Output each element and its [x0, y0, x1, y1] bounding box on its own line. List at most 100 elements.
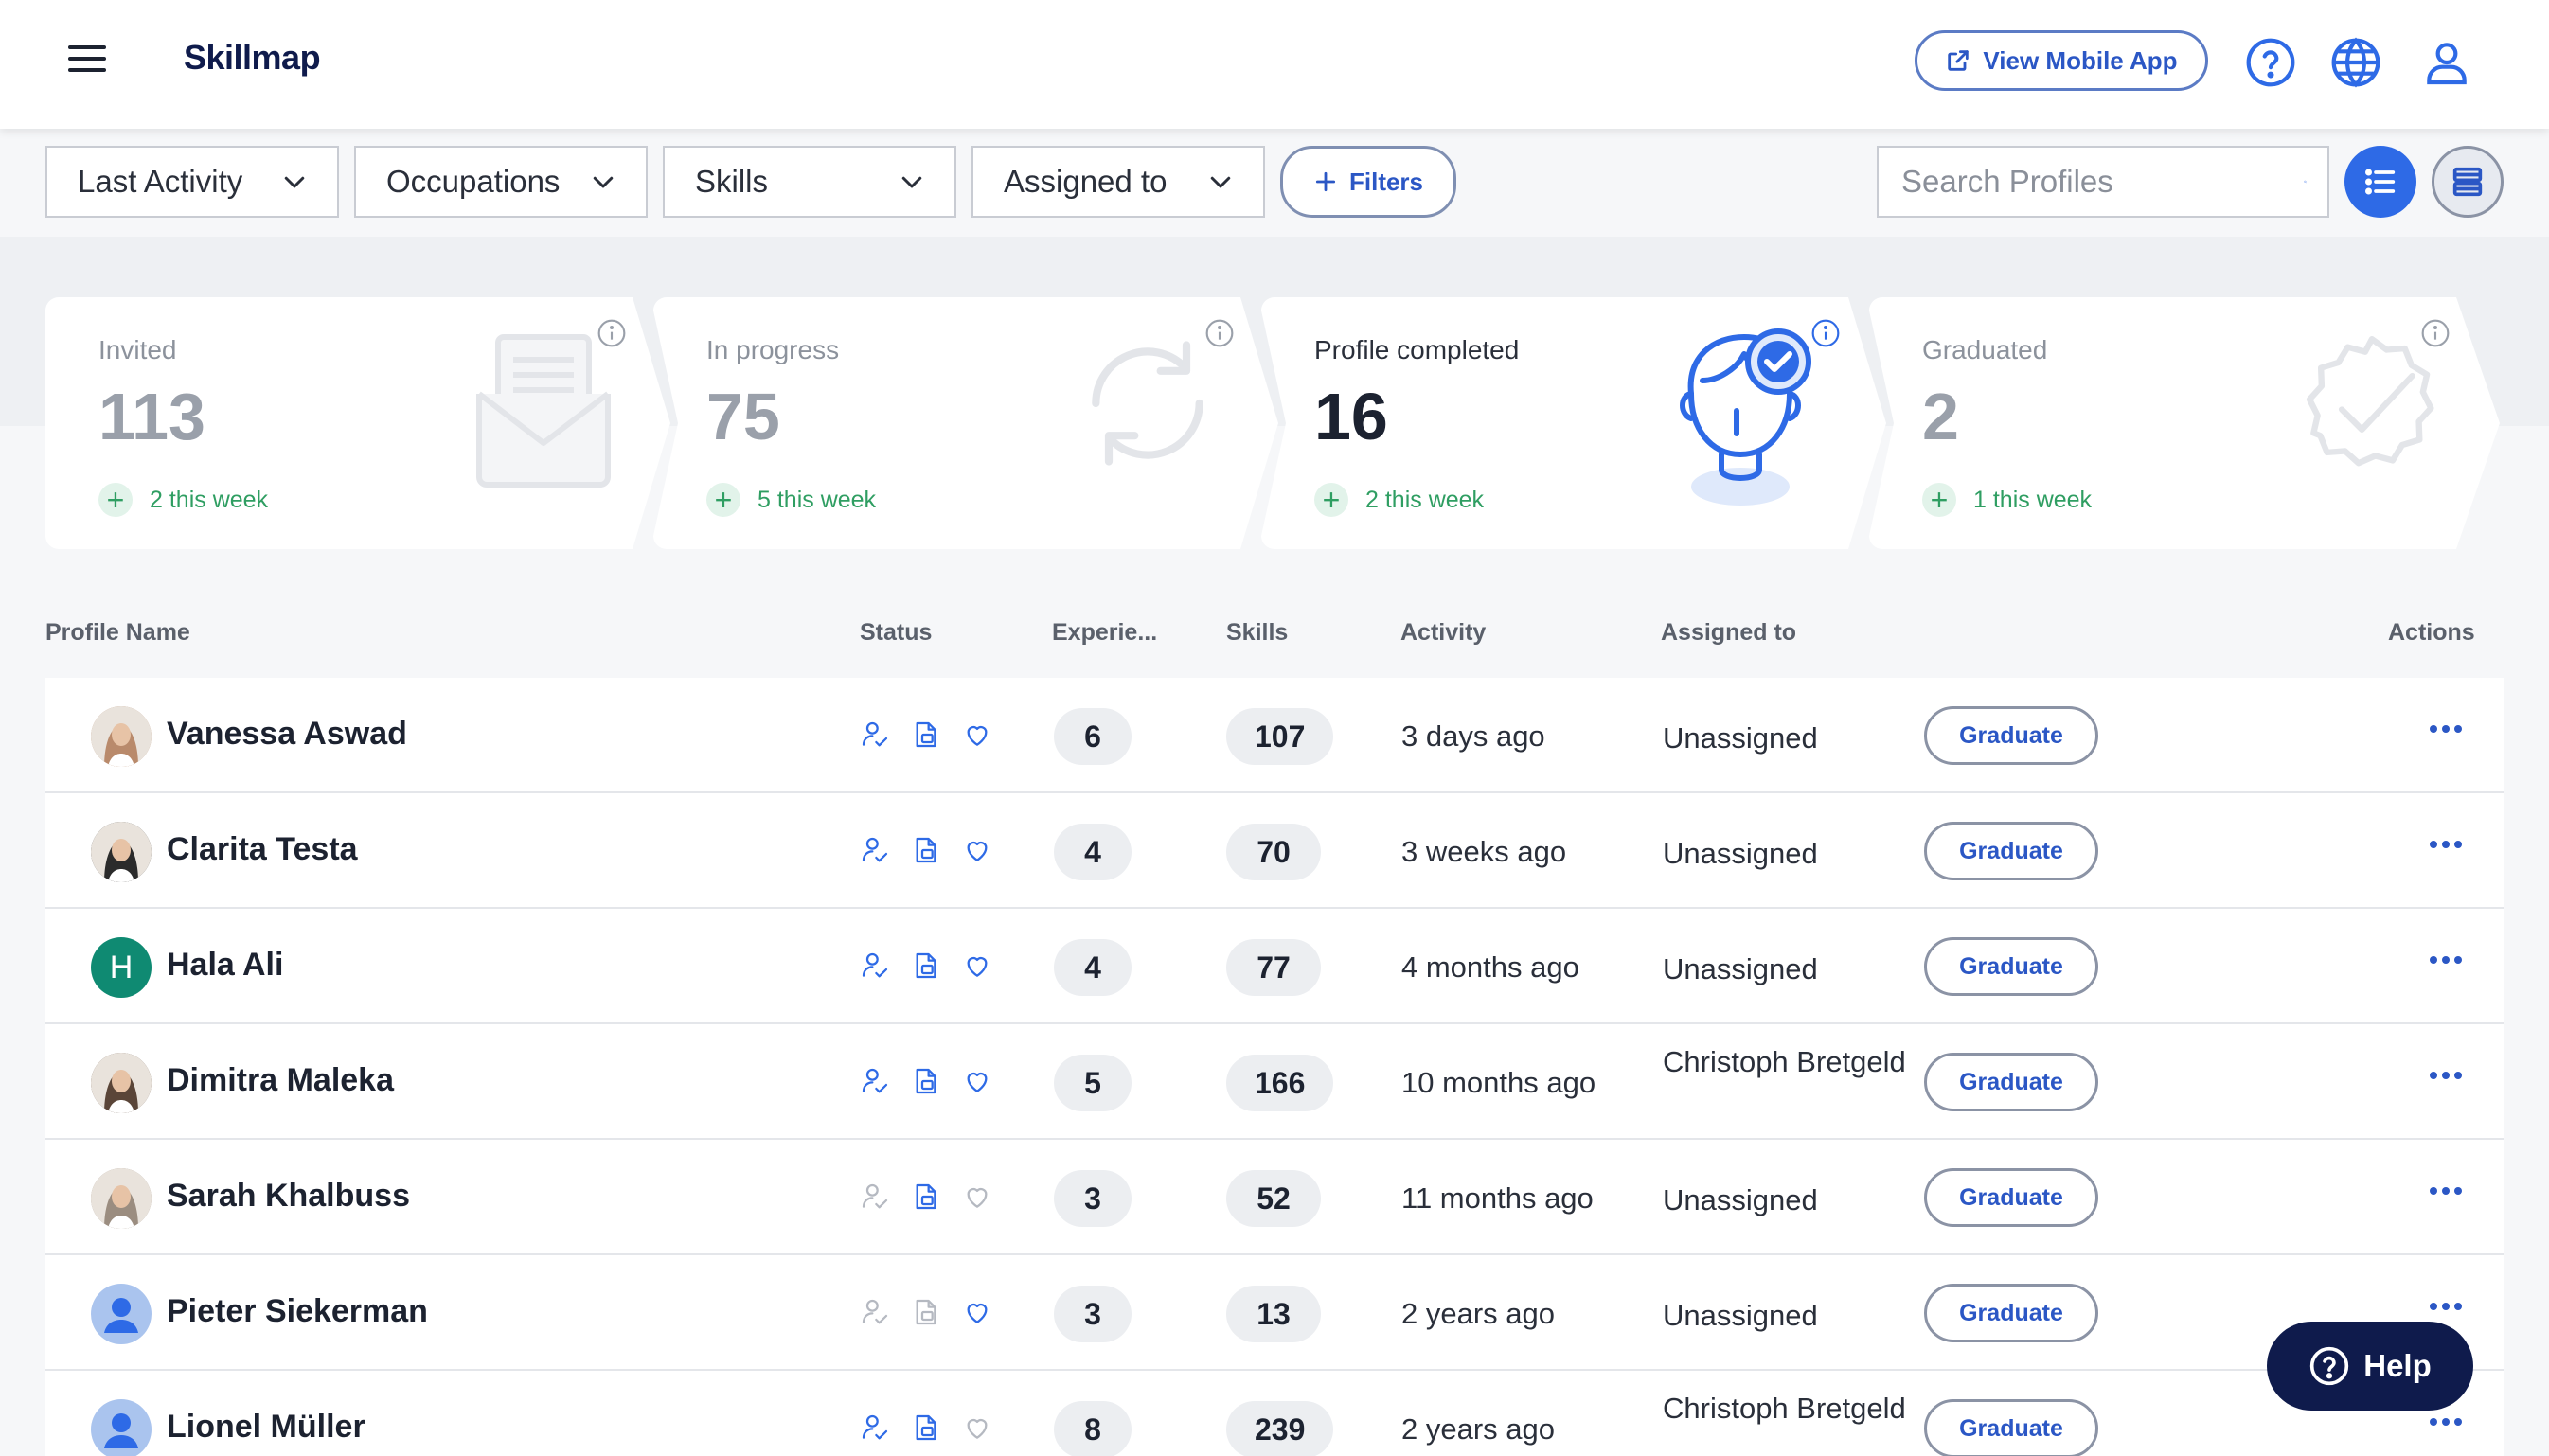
- last-activity: 2 years ago: [1401, 1297, 1555, 1330]
- graduate-button[interactable]: Graduate: [1924, 937, 2098, 996]
- col-header-activity[interactable]: Activity: [1400, 619, 1486, 647]
- stat-card-invited[interactable]: Invited 113 + 2 this week: [45, 297, 670, 549]
- user-check-icon[interactable]: [860, 719, 890, 750]
- table-row[interactable]: Lionel Müller 8 239 2 years ago Christoph Br…: [45, 1371, 2504, 1456]
- graduate-button[interactable]: Graduate: [1924, 1053, 2098, 1111]
- stat-card-in-progress[interactable]: In progress 75 + 5 this week: [653, 297, 1278, 549]
- table-row[interactable]: Dimitra Maleka 5 166 10 months ago Christoph…: [45, 1024, 2504, 1140]
- assigned-to-select[interactable]: Assigned to: [971, 146, 1265, 218]
- document-icon[interactable]: [911, 719, 941, 750]
- certified-badge-icon: [2306, 335, 2434, 467]
- table-row[interactable]: Sarah Khalbuss 3 52 11 months ago Unassigned…: [45, 1140, 2504, 1255]
- document-icon[interactable]: [911, 1412, 941, 1443]
- list-view-icon: [2365, 169, 2396, 195]
- user-check-icon[interactable]: [860, 950, 890, 981]
- table-row[interactable]: Vanessa Aswad 6 107 3 days ago Unassigned Gra…: [45, 678, 2504, 793]
- document-icon[interactable]: [911, 950, 941, 981]
- skills-count: 166: [1226, 1055, 1334, 1111]
- document-icon[interactable]: [911, 1181, 941, 1212]
- graduate-button[interactable]: Graduate: [1924, 1284, 2098, 1342]
- add-filters-button[interactable]: Filters: [1280, 146, 1456, 218]
- graduate-button[interactable]: Graduate: [1924, 1168, 2098, 1227]
- user-check-icon[interactable]: [860, 1181, 890, 1212]
- search-profiles-input[interactable]: [1901, 164, 2304, 200]
- graduate-button[interactable]: Graduate: [1924, 1399, 2098, 1456]
- brand-logo[interactable]: Skillmap: [184, 38, 321, 78]
- profile-name[interactable]: Dimitra Maleka: [167, 1062, 394, 1099]
- table-row[interactable]: H Hala Ali 4 77 4 months ago Unassigned Gradua…: [45, 909, 2504, 1024]
- profile-name[interactable]: Clarita Testa: [167, 831, 358, 868]
- stat-label: Profile completed: [1314, 335, 1520, 364]
- status-icons: [860, 835, 992, 865]
- heart-icon[interactable]: [962, 1297, 992, 1327]
- skills-count: 77: [1226, 939, 1321, 996]
- last-activity: 2 years ago: [1401, 1412, 1555, 1446]
- assigned-to: Christoph Bretgeld: [1663, 1045, 1906, 1078]
- more-actions-icon[interactable]: [2430, 1187, 2462, 1195]
- more-actions-icon[interactable]: [2430, 1418, 2462, 1426]
- view-mobile-app-button[interactable]: View Mobile App: [1915, 30, 2208, 91]
- stat-week-text: 2 this week: [150, 486, 269, 513]
- heart-icon[interactable]: [962, 1412, 992, 1443]
- globe-icon[interactable]: [2329, 36, 2382, 89]
- profile-name[interactable]: Lionel Müller: [167, 1409, 365, 1446]
- user-check-icon[interactable]: [860, 835, 890, 865]
- stat-card-profile-completed[interactable]: Profile completed 16 + 2 this week: [1261, 297, 1886, 549]
- hamburger-menu-icon[interactable]: [68, 45, 106, 78]
- user-check-icon[interactable]: [860, 1412, 890, 1443]
- card-view-toggle[interactable]: [2432, 146, 2504, 218]
- more-actions-icon[interactable]: [2430, 1072, 2462, 1079]
- document-icon[interactable]: [911, 1066, 941, 1096]
- stat-weekly-change: + 2 this week: [1314, 483, 1484, 517]
- profile-photo: [91, 822, 152, 882]
- user-account-icon[interactable]: [2420, 36, 2473, 89]
- occupations-label: Occupations: [386, 164, 561, 199]
- occupations-select[interactable]: Occupations: [354, 146, 648, 218]
- user-check-icon[interactable]: [860, 1066, 890, 1096]
- heart-icon[interactable]: [962, 719, 992, 750]
- profile-name[interactable]: Pieter Siekerman: [167, 1293, 428, 1330]
- col-header-skills[interactable]: Skills: [1226, 619, 1288, 647]
- graduate-button[interactable]: Graduate: [1924, 822, 2098, 880]
- profile-photo: [91, 1053, 152, 1113]
- col-header-profile-name[interactable]: Profile Name: [45, 619, 190, 647]
- help-circle-icon[interactable]: [2244, 36, 2297, 89]
- last-activity: 3 days ago: [1401, 719, 1545, 753]
- avatar: [91, 1053, 152, 1113]
- profile-name[interactable]: Vanessa Aswad: [167, 716, 407, 753]
- more-actions-icon[interactable]: [2430, 1303, 2462, 1310]
- status-icons: [860, 950, 992, 981]
- heart-icon[interactable]: [962, 950, 992, 981]
- last-activity-select[interactable]: Last Activity: [45, 146, 339, 218]
- skills-select[interactable]: Skills: [663, 146, 956, 218]
- col-header-status[interactable]: Status: [860, 619, 932, 647]
- stat-week-text: 5 this week: [758, 486, 877, 513]
- col-header-assigned-to[interactable]: Assigned to: [1661, 619, 1796, 647]
- heart-icon[interactable]: [962, 1181, 992, 1212]
- document-icon[interactable]: [911, 835, 941, 865]
- experience-count: 4: [1054, 939, 1132, 996]
- more-actions-icon[interactable]: [2430, 725, 2462, 733]
- heart-icon[interactable]: [962, 1066, 992, 1096]
- more-actions-icon[interactable]: [2430, 841, 2462, 848]
- profile-name[interactable]: Hala Ali: [167, 947, 283, 984]
- help-button[interactable]: Help: [2267, 1322, 2473, 1411]
- col-header-experience[interactable]: Experie...: [1052, 619, 1157, 647]
- status-icons: [860, 1181, 992, 1212]
- table-row[interactable]: Clarita Testa 4 70 3 weeks ago Unassigned Gra…: [45, 793, 2504, 909]
- table-row[interactable]: Pieter Siekerman 3 13 2 years ago Unassigned…: [45, 1255, 2504, 1371]
- chevron-down-icon: [901, 176, 922, 188]
- profiles-table: Vanessa Aswad 6 107 3 days ago Unassigned Gra…: [45, 678, 2504, 1456]
- more-actions-icon[interactable]: [2430, 956, 2462, 964]
- stat-card-graduated[interactable]: Graduated 2 + 1 this week: [1869, 297, 2504, 549]
- stat-count: 16: [1314, 380, 1388, 453]
- graduate-button[interactable]: Graduate: [1924, 706, 2098, 765]
- heart-icon[interactable]: [962, 835, 992, 865]
- plus-icon: +: [706, 483, 740, 517]
- document-icon[interactable]: [911, 1297, 941, 1327]
- list-view-toggle[interactable]: [2344, 146, 2416, 218]
- search-icon[interactable]: [2304, 164, 2307, 200]
- last-activity: 4 months ago: [1401, 950, 1579, 984]
- profile-name[interactable]: Sarah Khalbuss: [167, 1178, 410, 1215]
- user-check-icon[interactable]: [860, 1297, 890, 1327]
